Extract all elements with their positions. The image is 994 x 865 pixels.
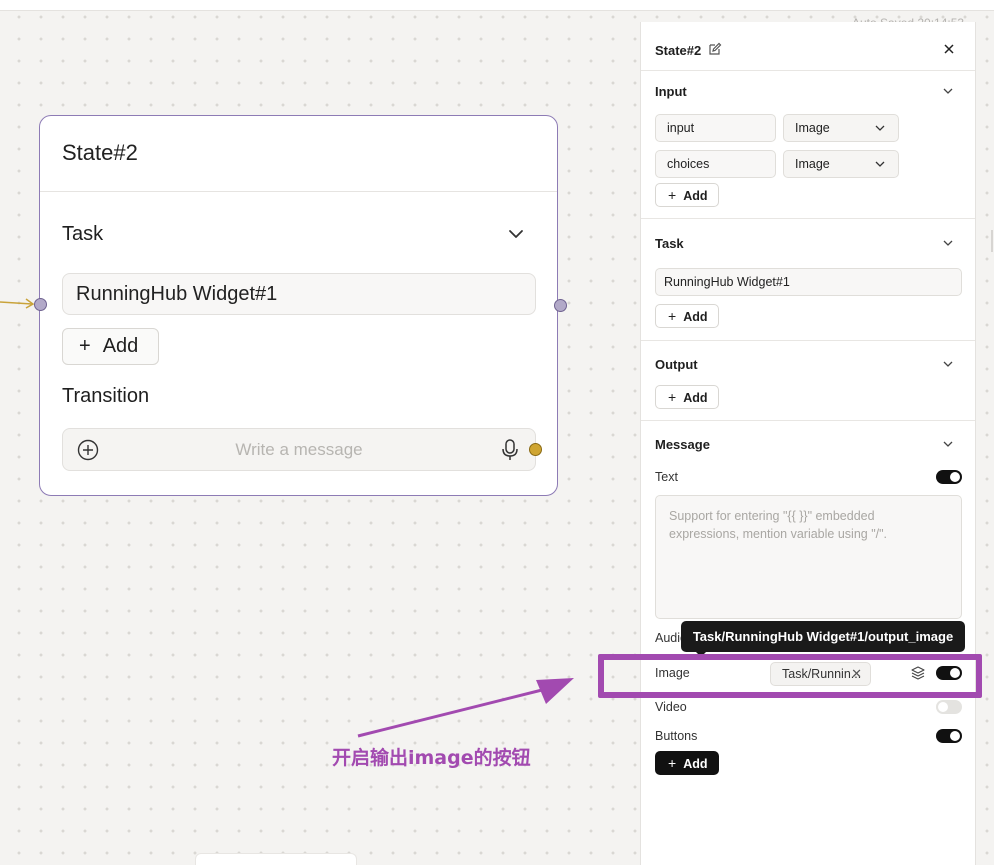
text-toggle[interactable] — [936, 470, 962, 484]
message-text-input[interactable]: Support for entering "{{ }}" embedded ex… — [655, 495, 962, 619]
add-button-label: Add — [683, 757, 708, 771]
video-toggle[interactable] — [936, 700, 962, 714]
window-edge — [991, 230, 993, 252]
add-task-button[interactable]: + Add — [655, 304, 719, 328]
buttons-toggle[interactable] — [936, 729, 962, 743]
node-transition-label: Transition — [62, 385, 150, 407]
plus-icon: + — [668, 308, 677, 324]
chevron-down-icon — [875, 125, 885, 131]
transition-output-port[interactable] — [529, 443, 542, 456]
input-name-field[interactable]: input — [655, 114, 776, 142]
add-output-label: Add — [683, 391, 708, 405]
add-output-button[interactable]: + Add — [655, 385, 719, 409]
variable-path-tooltip: Task/RunningHub Widget#1/output_image — [681, 621, 965, 657]
text-label: Text — [655, 470, 678, 484]
add-input-label: Add — [683, 189, 708, 203]
divider — [641, 218, 975, 219]
edit-icon[interactable] — [708, 42, 722, 56]
node-task-label: Task — [62, 223, 104, 245]
annotation-arrow — [357, 678, 574, 738]
input-type-value: Image — [795, 157, 830, 171]
node-task-item[interactable]: RunningHub Widget#1 — [62, 273, 536, 315]
node-add-label: Add — [102, 335, 139, 357]
chevron-down-icon[interactable] — [941, 357, 955, 371]
chevron-down-icon[interactable] — [941, 437, 955, 451]
node-message-input[interactable]: Write a message — [62, 428, 536, 471]
input-type-value: Image — [795, 121, 830, 135]
chevron-down-icon — [875, 161, 885, 167]
bottom-toolbar — [195, 853, 357, 865]
video-label: Video — [655, 700, 687, 714]
input-section-title: Input — [655, 84, 687, 99]
task-section-title: Task — [655, 236, 684, 251]
input-type-select[interactable]: Image — [783, 150, 899, 178]
chevron-down-icon[interactable] — [941, 236, 955, 250]
node-title: State#2 — [62, 140, 138, 165]
divider — [641, 340, 975, 341]
buttons-label: Buttons — [655, 729, 698, 743]
node-output-port[interactable] — [554, 299, 567, 312]
incoming-edge — [0, 298, 35, 309]
panel-header: State#2 — [641, 22, 975, 71]
input-type-select[interactable]: Image — [783, 114, 899, 142]
node-add-task-button[interactable]: + Add — [62, 328, 159, 365]
properties-panel: State#2 Input input Image choices Image … — [640, 22, 976, 865]
add-task-label: Add — [683, 310, 708, 324]
message-section-title: Message — [655, 437, 710, 452]
message-placeholder: Write a message — [235, 440, 363, 459]
divider — [641, 420, 975, 421]
task-item[interactable]: RunningHub Widget#1 — [655, 268, 962, 296]
chevron-down-icon[interactable] — [506, 224, 526, 244]
top-bar — [0, 0, 994, 11]
state-node[interactable]: State#2 Task RunningHub Widget#1 + Add Tr… — [39, 115, 558, 496]
microphone-icon[interactable] — [499, 438, 521, 462]
annotation-text: 开启输出image的按钮 — [332, 747, 531, 769]
plus-icon: + — [668, 187, 677, 203]
plus-icon: + — [668, 755, 677, 771]
panel-title: State#2 — [655, 43, 702, 58]
plus-icon: + — [668, 389, 677, 405]
plus-icon: + — [79, 335, 91, 357]
add-input-button[interactable]: + Add — [655, 183, 719, 207]
add-button-button[interactable]: + Add — [655, 751, 719, 775]
node-input-port[interactable] — [34, 298, 47, 311]
node-divider — [40, 191, 557, 192]
output-section-title: Output — [655, 357, 698, 372]
chevron-down-icon[interactable] — [941, 84, 955, 98]
input-name-field[interactable]: choices — [655, 150, 776, 178]
close-icon[interactable] — [942, 42, 956, 56]
highlight-box — [598, 654, 982, 698]
